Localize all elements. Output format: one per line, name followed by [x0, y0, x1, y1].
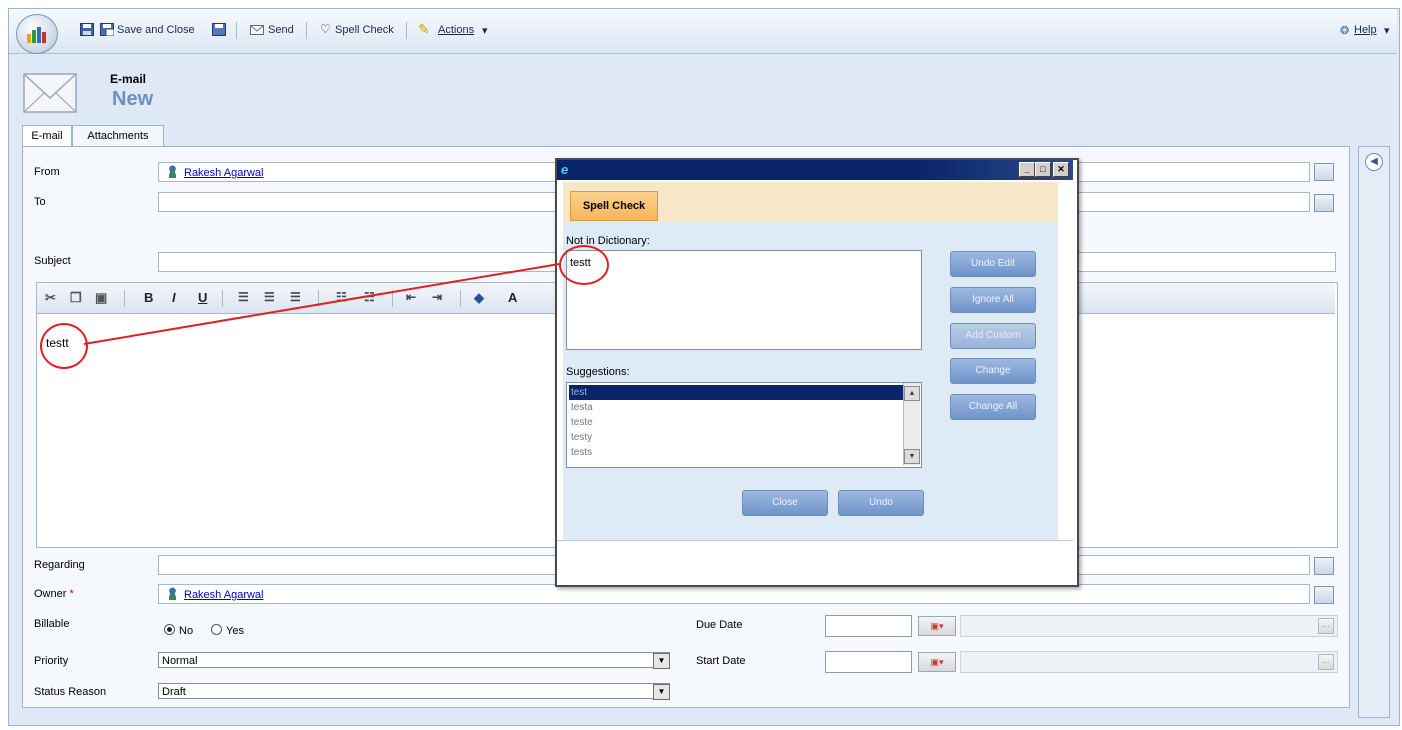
- annotation-connector: [83, 263, 560, 345]
